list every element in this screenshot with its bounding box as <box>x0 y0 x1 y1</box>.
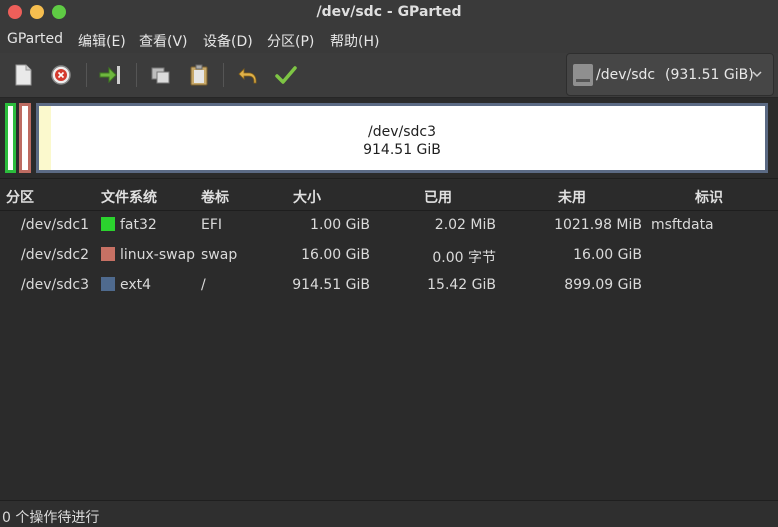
disk-drive-icon <box>573 64 593 86</box>
device-size: (931.51 GiB) <box>665 67 754 83</box>
device-selector[interactable]: /dev/sdc (931.51 GiB) <box>566 53 774 96</box>
used-cell: 2.02 MiB <box>434 217 496 233</box>
table-row[interactable]: /dev/sdc2 linux-swap swap 16.00 GiB 0.00… <box>0 240 778 270</box>
used-cell: 0.00 字节 <box>432 250 496 266</box>
window-title: /dev/sdc - GParted <box>316 4 462 20</box>
pending-operations-status: 0 个操作待进行 <box>2 510 100 526</box>
used-cell: 15.42 GiB <box>427 277 496 293</box>
partition-cell: /dev/sdc3 <box>21 277 90 293</box>
copy-icon[interactable] <box>149 63 173 87</box>
device-name: /dev/sdc <box>596 67 656 83</box>
new-partition-icon[interactable] <box>11 63 35 87</box>
paste-icon[interactable] <box>187 63 211 87</box>
apply-icon[interactable] <box>274 63 298 87</box>
table-row[interactable]: /dev/sdc1 fat32 EFI 1.00 GiB 2.02 MiB 10… <box>0 210 778 240</box>
menu-view[interactable]: 查看(V) <box>139 31 188 51</box>
column-header-filesystem[interactable]: 文件系统 <box>101 187 157 207</box>
resize-move-icon[interactable] <box>98 63 122 87</box>
filesystem-cell: fat32 <box>120 217 157 233</box>
disk-map-partition-name: /dev/sdc3 <box>367 124 436 140</box>
column-header-partition[interactable]: 分区 <box>6 187 34 207</box>
table-header: 分区 文件系统 卷标 大小 已用 未用 标识 <box>0 179 778 211</box>
column-header-label[interactable]: 卷标 <box>201 187 229 207</box>
label-cell: / <box>201 277 206 293</box>
toolbar-separator <box>136 63 137 87</box>
partition-cell: /dev/sdc2 <box>21 247 90 263</box>
filesystem-cell: ext4 <box>120 277 152 293</box>
menu-partition[interactable]: 分区(P) <box>267 31 314 51</box>
title-bar: /dev/sdc - GParted <box>0 0 778 26</box>
disk-map-partition-sdc1[interactable] <box>5 103 16 173</box>
menu-gparted[interactable]: GParted <box>7 31 63 47</box>
disk-map-partition-size: 914.51 GiB <box>363 142 441 158</box>
column-header-used[interactable]: 已用 <box>424 187 452 207</box>
size-cell: 1.00 GiB <box>310 217 370 233</box>
disk-map-partition-sdc3[interactable]: /dev/sdc3 914.51 GiB <box>36 103 768 173</box>
filesystem-color-swatch <box>101 277 115 291</box>
filesystem-color-swatch <box>101 217 115 231</box>
label-cell: swap <box>201 247 238 263</box>
filesystem-cell: linux-swap <box>120 247 196 263</box>
undo-icon[interactable] <box>236 63 260 87</box>
chevron-down-icon <box>752 71 762 78</box>
unused-cell: 899.09 GiB <box>564 277 642 293</box>
partition-table: 分区 文件系统 卷标 大小 已用 未用 标识 /dev/sdc1 fat32 E… <box>0 178 778 500</box>
toolbar-separator <box>223 63 224 87</box>
column-header-unused[interactable]: 未用 <box>558 187 586 207</box>
menu-help[interactable]: 帮助(H) <box>330 31 379 51</box>
disk-map-partition-sdc2[interactable] <box>19 103 31 173</box>
menu-device[interactable]: 设备(D) <box>203 31 253 51</box>
flags-cell: msftdata <box>651 217 714 233</box>
partition-cell: /dev/sdc1 <box>21 217 90 233</box>
size-cell: 16.00 GiB <box>301 247 370 263</box>
status-bar: 0 个操作待进行 <box>0 500 778 527</box>
column-header-size[interactable]: 大小 <box>293 187 321 207</box>
menu-edit[interactable]: 编辑(E) <box>78 31 126 51</box>
disk-map: /dev/sdc3 914.51 GiB <box>0 98 778 178</box>
filesystem-color-swatch <box>101 247 115 261</box>
column-header-flags[interactable]: 标识 <box>695 187 723 207</box>
unused-cell: 1021.98 MiB <box>554 217 642 233</box>
size-cell: 914.51 GiB <box>292 277 370 293</box>
table-row[interactable]: /dev/sdc3 ext4 / 914.51 GiB 15.42 GiB 89… <box>0 270 778 300</box>
delete-partition-icon[interactable] <box>49 63 73 87</box>
unused-cell: 16.00 GiB <box>573 247 642 263</box>
label-cell: EFI <box>201 217 223 233</box>
toolbar-separator <box>86 63 87 87</box>
menu-bar: GParted 编辑(E) 查看(V) 设备(D) 分区(P) 帮助(H) <box>0 26 778 53</box>
